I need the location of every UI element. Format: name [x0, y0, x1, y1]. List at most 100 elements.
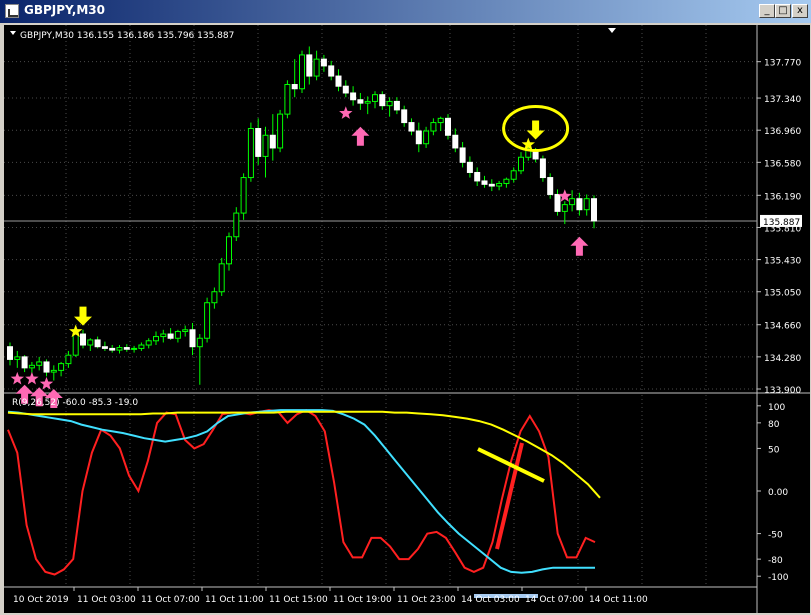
candle-body — [488, 183, 495, 187]
candle-body — [7, 346, 13, 360]
close-button[interactable]: x — [792, 4, 808, 18]
candle-body — [204, 302, 211, 339]
chart-window-icon — [5, 4, 19, 18]
candle-body — [430, 122, 437, 132]
oscillator-tick-label: 50 — [768, 445, 780, 455]
candle-body — [277, 113, 284, 149]
time-tick-label: 11 Oct 07:00 — [141, 595, 200, 605]
time-tick-label: 11 Oct 03:00 — [77, 595, 136, 605]
time-tick-label: 14 Oct 03:00 — [461, 595, 520, 605]
candle-body — [43, 361, 50, 373]
candle-body — [408, 122, 415, 132]
price-tick-label: 133.900 — [764, 386, 801, 396]
candle-body — [445, 117, 451, 136]
time-tick-label: 11 Oct 19:00 — [333, 595, 392, 605]
price-tick-label: 136.190 — [764, 192, 801, 202]
candle-body — [466, 161, 473, 173]
candle-body — [182, 329, 189, 332]
candle-body — [306, 54, 313, 77]
candle-body — [503, 178, 510, 184]
candle-body — [211, 291, 218, 304]
candle-body — [65, 354, 72, 365]
candle-body — [196, 337, 203, 348]
time-tick-label: 14 Oct 07:00 — [525, 595, 584, 605]
candle-body — [561, 204, 568, 212]
oscillator-tick-label: 0.00 — [768, 488, 788, 498]
candle-body — [393, 100, 400, 111]
current-price-label: 135.887 — [763, 218, 800, 228]
window-title: GBPJPY,M30 — [24, 3, 105, 17]
candle-body — [591, 198, 597, 222]
candle-body — [539, 158, 546, 179]
candle-body — [94, 339, 101, 348]
candle-body — [123, 347, 130, 350]
candle-body — [14, 356, 21, 360]
time-tick-label: 11 Oct 23:00 — [397, 595, 456, 605]
price-chart[interactable]: GBPJPY,M30 136.155 136.186 135.796 135.8… — [4, 25, 810, 613]
oscillator-tick-label: -50 — [768, 531, 783, 541]
price-tick-label: 136.580 — [764, 159, 801, 169]
candle-body — [138, 344, 145, 349]
candle-body — [240, 177, 247, 214]
price-tick-label: 134.280 — [764, 354, 801, 364]
candle-body — [576, 198, 583, 211]
candle-body — [518, 156, 524, 172]
candle-body — [189, 329, 196, 348]
candle-body — [474, 171, 481, 182]
candle-body — [437, 117, 444, 124]
candle-body — [415, 130, 422, 145]
candle-body — [28, 364, 35, 369]
time-tick-label: 10 Oct 2019 — [13, 595, 69, 605]
price-tick-label: 135.050 — [764, 289, 801, 299]
candle-body — [379, 94, 386, 107]
candle-body — [36, 361, 43, 366]
symbol-info-text: GBPJPY,M30 136.155 136.186 135.796 135.8… — [20, 31, 234, 41]
candle-body — [328, 65, 335, 77]
price-tick-label: 137.770 — [764, 59, 801, 69]
candle-body — [583, 198, 590, 211]
oscillator-label: R(9,26,52) -60.0 -85.3 -19.0 — [12, 398, 138, 408]
maximize-button[interactable]: □ — [775, 4, 791, 18]
candle-body — [357, 99, 364, 104]
candle-body — [547, 177, 554, 195]
candle-body — [335, 75, 342, 87]
candle-body — [58, 363, 65, 371]
candle-body — [160, 333, 167, 338]
candle-body — [153, 336, 159, 342]
candle-body — [291, 84, 298, 90]
candle-body — [145, 340, 152, 346]
time-tick-label: 11 Oct 11:00 — [205, 595, 264, 605]
candle-body — [218, 263, 225, 293]
minimize-button[interactable]: _ — [759, 4, 775, 18]
candle-body — [167, 333, 174, 339]
candle-body — [554, 193, 561, 212]
candle-body — [386, 100, 393, 107]
candle-body — [174, 330, 181, 339]
candle-body — [510, 170, 517, 180]
oscillator-tick-label: -100 — [768, 573, 789, 583]
candle-body — [481, 180, 488, 185]
candle-body — [21, 356, 28, 369]
candle-body — [401, 109, 408, 124]
candle-body — [80, 333, 86, 346]
time-tick-label: 14 Oct 11:00 — [589, 595, 648, 605]
candle-body — [350, 92, 357, 101]
candle-body — [299, 54, 305, 90]
candle-body — [342, 85, 349, 94]
price-tick-label: 135.430 — [764, 257, 801, 267]
candle-body — [284, 84, 291, 115]
price-tick-label: 134.660 — [764, 322, 801, 332]
title-bar[interactable]: GBPJPY,M30 _ □ x — [0, 0, 811, 23]
oscillator-tick-label: 100 — [768, 403, 785, 413]
candle-body — [255, 127, 262, 157]
candle-body — [72, 333, 79, 356]
candle-body — [269, 134, 276, 149]
price-tick-label: 136.960 — [764, 127, 801, 137]
candle-body — [372, 94, 378, 102]
candle-body — [313, 58, 320, 77]
candle-body — [50, 369, 57, 373]
candle-body — [496, 182, 503, 187]
candle-body — [109, 347, 116, 351]
price-tick-label: 137.340 — [764, 95, 801, 105]
candle-body — [226, 236, 232, 265]
